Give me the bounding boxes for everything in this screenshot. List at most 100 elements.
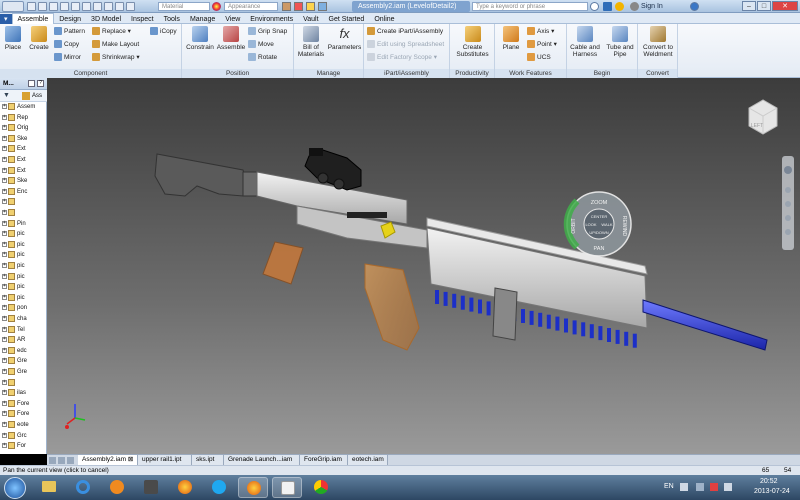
expand-icon[interactable]: +: [2, 422, 7, 427]
expand-icon[interactable]: +: [2, 241, 7, 247]
expand-icon[interactable]: +: [2, 369, 7, 374]
browser-node[interactable]: + pic: [2, 250, 46, 260]
pistol-grip[interactable]: [262, 241, 304, 285]
expand-icon[interactable]: +: [2, 347, 7, 353]
wheel-pan[interactable]: PAN: [594, 246, 605, 252]
tab-scroll-left-icon[interactable]: [49, 457, 56, 464]
ilogic-icon[interactable]: [306, 2, 315, 11]
create-ipart-button[interactable]: Create iPart/iAssembly: [367, 27, 443, 37]
shrinkwrap-button[interactable]: Shrinkwrap ▾: [92, 53, 140, 63]
start-button[interactable]: [4, 477, 26, 499]
edit-spreadsheet-button[interactable]: Edit using Spreadsheet: [367, 40, 444, 50]
tray-antivirus-icon[interactable]: [710, 483, 718, 491]
minimize-button[interactable]: –: [742, 1, 756, 11]
expand-icon[interactable]: +: [2, 326, 7, 332]
wheel-walk[interactable]: WALK: [601, 222, 613, 227]
expand-icon[interactable]: +: [2, 104, 7, 109]
tray-volume-icon[interactable]: [724, 483, 732, 491]
language-indicator[interactable]: EN: [664, 483, 674, 490]
media-player-icon[interactable]: [102, 477, 132, 498]
create-substitutes-button[interactable]: Create Substitutes: [452, 26, 493, 58]
properties-icon[interactable]: [126, 2, 135, 11]
search-icon[interactable]: [590, 2, 599, 11]
copy-button[interactable]: Copy: [54, 40, 79, 50]
expand-icon[interactable]: +: [2, 294, 7, 300]
communication-icon[interactable]: [615, 2, 624, 11]
maximize-button[interactable]: □: [757, 1, 771, 11]
browser-add-icon[interactable]: [28, 80, 35, 87]
browser-node[interactable]: +: [2, 197, 46, 207]
browser-node[interactable]: + cha: [2, 314, 46, 324]
stock[interactable]: [154, 153, 258, 197]
browser-node[interactable]: +: [2, 208, 46, 218]
ie-icon[interactable]: [68, 477, 98, 498]
save-icon[interactable]: [49, 2, 58, 11]
app-menu-button[interactable]: [2, 1, 24, 12]
expand-icon[interactable]: +: [2, 379, 7, 385]
expand-icon[interactable]: +: [2, 411, 7, 417]
open-icon[interactable]: [38, 2, 47, 11]
expand-icon[interactable]: +: [2, 400, 7, 406]
wheel-orbit[interactable]: ORBIT: [571, 218, 577, 233]
explorer-icon[interactable]: [34, 477, 64, 498]
tray-arrow-icon[interactable]: [680, 483, 688, 491]
wheel-zoom[interactable]: ZOOM: [591, 200, 608, 206]
nav-pan-icon[interactable]: [785, 187, 791, 193]
chrome-icon[interactable]: [306, 477, 336, 498]
grip-snap-button[interactable]: Grip Snap: [248, 27, 287, 37]
make-layout-button[interactable]: Make Layout: [92, 40, 139, 50]
browser-node[interactable]: + pic: [2, 293, 46, 303]
navigation-bar[interactable]: [782, 156, 794, 250]
expand-icon[interactable]: +: [2, 263, 7, 268]
clock-date[interactable]: 2013-07-24: [754, 488, 790, 495]
icopy-button[interactable]: iCopy: [150, 27, 177, 37]
pattern-button[interactable]: Pattern: [54, 27, 85, 37]
skype-icon[interactable]: [204, 477, 234, 498]
material-dropdown[interactable]: Material: [158, 2, 210, 11]
browser-node[interactable]: + Gre: [2, 356, 46, 366]
measure-icon[interactable]: [115, 2, 124, 11]
clock-time[interactable]: 20:52: [760, 478, 778, 485]
close-button[interactable]: ✕: [772, 1, 798, 11]
expand-icon[interactable]: +: [2, 337, 7, 343]
foregrip[interactable]: [492, 287, 518, 341]
plane-button[interactable]: Plane: [497, 26, 525, 51]
tab-scroll-right-icon[interactable]: [58, 457, 65, 464]
expand-icon[interactable]: +: [2, 135, 7, 141]
steering-wheel[interactable]: ZOOM PAN ORBIT REWIND CENTER WALK UP/DOW…: [563, 191, 632, 257]
nav-zoom-icon[interactable]: [785, 201, 791, 207]
ucs-button[interactable]: UCS: [527, 53, 551, 63]
nav-wheel-icon[interactable]: [784, 166, 792, 174]
browser-node[interactable]: + Gre: [2, 367, 46, 377]
wheel-look[interactable]: LOOK: [585, 222, 596, 227]
appearance-icon[interactable]: [212, 2, 221, 11]
browser-node[interactable]: + Ext: [2, 155, 46, 165]
expand-icon[interactable]: +: [2, 305, 7, 311]
help-icon[interactable]: [690, 2, 699, 11]
constrain-button[interactable]: Constrain: [184, 26, 216, 51]
browser-node[interactable]: + Ext: [2, 144, 46, 154]
params-icon[interactable]: [318, 2, 327, 11]
expand-icon[interactable]: +: [2, 443, 7, 449]
axis-button[interactable]: Axis ▾: [527, 27, 554, 37]
expand-icon[interactable]: +: [2, 167, 7, 173]
parameters-button[interactable]: fx Parameters: [327, 26, 362, 51]
graphics-viewport[interactable]: ZOOM PAN ORBIT REWIND CENTER WALK UP/DOW…: [47, 78, 800, 454]
redo-icon[interactable]: [71, 2, 80, 11]
home-icon[interactable]: [82, 2, 91, 11]
nav-orbit-icon[interactable]: [785, 215, 791, 221]
tray-network-icon[interactable]: [696, 483, 704, 491]
expand-icon[interactable]: +: [2, 273, 7, 279]
browser-node[interactable]: + Tel: [2, 325, 46, 335]
expand-icon[interactable]: +: [2, 157, 7, 162]
viewcube[interactable]: LEFT: [748, 99, 778, 135]
magazine[interactable]: [364, 263, 420, 351]
expand-icon[interactable]: +: [2, 114, 7, 120]
tab-assemble[interactable]: Assemble: [11, 13, 55, 24]
filter-icon[interactable]: ▼: [3, 92, 10, 99]
app-icon[interactable]: [136, 477, 166, 498]
browser-help-icon[interactable]: ?: [37, 80, 44, 87]
assemble-button[interactable]: Assemble: [216, 26, 246, 51]
browser-node[interactable]: + Fore: [2, 399, 46, 409]
appearance-dropdown[interactable]: Appearance: [224, 2, 278, 11]
